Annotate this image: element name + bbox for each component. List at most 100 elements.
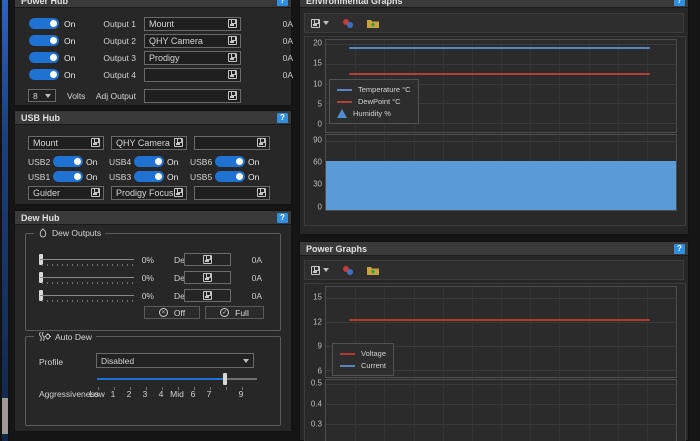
save-icon[interactable] xyxy=(257,138,266,147)
power-graphs-help-icon[interactable]: ? xyxy=(674,243,685,254)
usb1-toggle[interactable] xyxy=(53,171,83,182)
power-graphs-header: Power Graphs ? xyxy=(300,242,688,256)
save-icon xyxy=(311,18,320,28)
dew-b-slider-track[interactable] xyxy=(40,277,134,278)
save-icon[interactable] xyxy=(257,188,266,197)
output-4-name-field[interactable] xyxy=(144,68,241,82)
scrollbar-thumb[interactable] xyxy=(2,398,8,434)
output-3-current: 0A xyxy=(282,53,293,63)
adj-output-name-field[interactable] xyxy=(144,89,241,103)
dew-c-save-button[interactable] xyxy=(184,289,231,302)
left-rail xyxy=(0,0,10,441)
slider-fill xyxy=(97,378,225,380)
dew-hub-title: Dew Hub xyxy=(21,212,60,223)
panel-usb-hub: USB Hub ? Mount QHY Camera USB2 On USB4 … xyxy=(14,110,292,205)
usb-top-field-1[interactable]: Mount xyxy=(28,136,104,150)
usb2-toggle[interactable] xyxy=(53,156,83,167)
save-icon[interactable] xyxy=(174,138,183,147)
save-icon[interactable] xyxy=(228,36,237,45)
power-hub-title: Power Hub xyxy=(21,0,69,6)
profile-value: Disabled xyxy=(101,355,135,366)
usb-bottom-field-3[interactable] xyxy=(194,186,270,200)
usb2-state: On xyxy=(86,157,98,167)
app-window: Power Hub ? On Output 1 Mount 0A On Outp… xyxy=(0,0,700,441)
dew-b-save-button[interactable] xyxy=(184,271,231,284)
output-3-label: Output 3 xyxy=(103,53,136,63)
chart-plot xyxy=(325,379,677,441)
save-icon[interactable] xyxy=(228,19,237,28)
save-icon[interactable] xyxy=(174,188,183,197)
off-button-label: Off xyxy=(173,307,186,318)
adj-output-row: 8 Volts Adj Output xyxy=(15,89,291,104)
power-output-row-3: On Output 3 Prodigy 0A xyxy=(15,51,293,66)
scale-tick-3: 3 xyxy=(142,389,148,399)
output-3-name-field[interactable]: Prodigy xyxy=(144,51,241,65)
dew-a-slider-track[interactable] xyxy=(40,259,134,260)
environmental-graphs-toolbar xyxy=(304,13,684,33)
usb3-toggle[interactable] xyxy=(134,171,164,182)
output-2-name-field[interactable]: QHY Camera xyxy=(144,34,241,48)
profile-row: Profile Disabled xyxy=(26,353,280,369)
series-colors-icon[interactable] xyxy=(343,265,356,276)
output-4-toggle[interactable] xyxy=(29,69,59,80)
humidity-chart: 90 60 30 0 xyxy=(308,134,682,211)
legend-entry: DewPoint °C xyxy=(337,96,411,107)
usb5-label: USB5 xyxy=(190,172,213,182)
usb3-label: USB3 xyxy=(109,172,132,182)
y-axis: 20 15 10 5 0 xyxy=(313,38,322,129)
volts-select[interactable]: 8 xyxy=(28,89,56,102)
usb-bottom-field-1[interactable]: Guider xyxy=(28,186,104,200)
output-3-toggle[interactable] xyxy=(29,52,59,63)
usb4-state: On xyxy=(167,157,179,167)
save-graph-button[interactable] xyxy=(311,17,333,29)
power-graphs-title: Power Graphs xyxy=(306,243,368,254)
dew-c-slider-track[interactable] xyxy=(40,295,134,296)
save-icon[interactable] xyxy=(228,53,237,62)
line-marker-icon xyxy=(337,88,352,91)
current-chart: 0.50.40.30.2 xyxy=(308,379,682,441)
dew-a-save-button[interactable] xyxy=(184,253,231,266)
output-1-name-field[interactable]: Mount xyxy=(144,17,241,31)
output-2-toggle[interactable] xyxy=(29,35,59,46)
usb4-toggle[interactable] xyxy=(134,156,164,167)
save-icon[interactable] xyxy=(91,138,100,147)
save-icon[interactable] xyxy=(228,70,237,79)
power-output-row-2: On Output 2 QHY Camera 0A xyxy=(15,34,293,49)
usb-top-field-3[interactable] xyxy=(194,136,270,150)
volts-value: 8 xyxy=(33,90,38,101)
volts-label: Volts xyxy=(67,91,86,101)
legend-label: Temperature °C xyxy=(358,85,411,94)
save-icon[interactable] xyxy=(228,91,237,100)
environmental-graphs-help-icon[interactable]: ? xyxy=(674,0,685,6)
dew-hub-help-icon[interactable]: ? xyxy=(277,212,288,223)
dew-full-button[interactable]: ✓ Full xyxy=(205,306,264,319)
legend-entry: Current xyxy=(340,360,386,371)
auto-dew-group: Auto Dew Profile Disabled Aggressiveness xyxy=(25,331,281,426)
dew-c-percent: 0% xyxy=(141,291,154,301)
usb5-toggle[interactable] xyxy=(215,171,245,182)
power-charts-area: 151296 0.50.40.30.2 Voltage Current xyxy=(304,283,686,441)
legend-entry: Humidity % xyxy=(337,108,411,119)
power-hub-help-icon[interactable]: ? xyxy=(277,0,288,6)
output-3-name-text: Prodigy xyxy=(149,53,180,63)
dew-off-button[interactable]: × Off xyxy=(144,306,200,319)
chevron-down-icon xyxy=(323,268,329,272)
usb-bottom-field-2[interactable]: Prodigy Focus xyxy=(111,186,187,200)
save-icon[interactable] xyxy=(91,188,100,197)
usb4-label: USB4 xyxy=(109,157,132,167)
usb-top-field-2[interactable]: QHY Camera xyxy=(111,136,187,150)
profile-select[interactable]: Disabled xyxy=(96,353,254,368)
save-graph-button[interactable] xyxy=(311,264,333,276)
slider-thumb[interactable] xyxy=(223,373,227,385)
series-voltage xyxy=(348,318,650,321)
usb-hub-help-icon[interactable]: ? xyxy=(277,112,288,123)
output-1-toggle[interactable] xyxy=(29,18,59,29)
usb3-state: On xyxy=(167,172,179,182)
profile-label: Profile xyxy=(39,357,64,367)
open-folder-icon[interactable] xyxy=(366,265,380,276)
dew-c-current: 0A xyxy=(251,291,262,301)
save-icon xyxy=(311,265,320,275)
usb6-toggle[interactable] xyxy=(215,156,245,167)
series-colors-icon[interactable] xyxy=(343,18,356,29)
open-folder-icon[interactable] xyxy=(366,18,380,29)
